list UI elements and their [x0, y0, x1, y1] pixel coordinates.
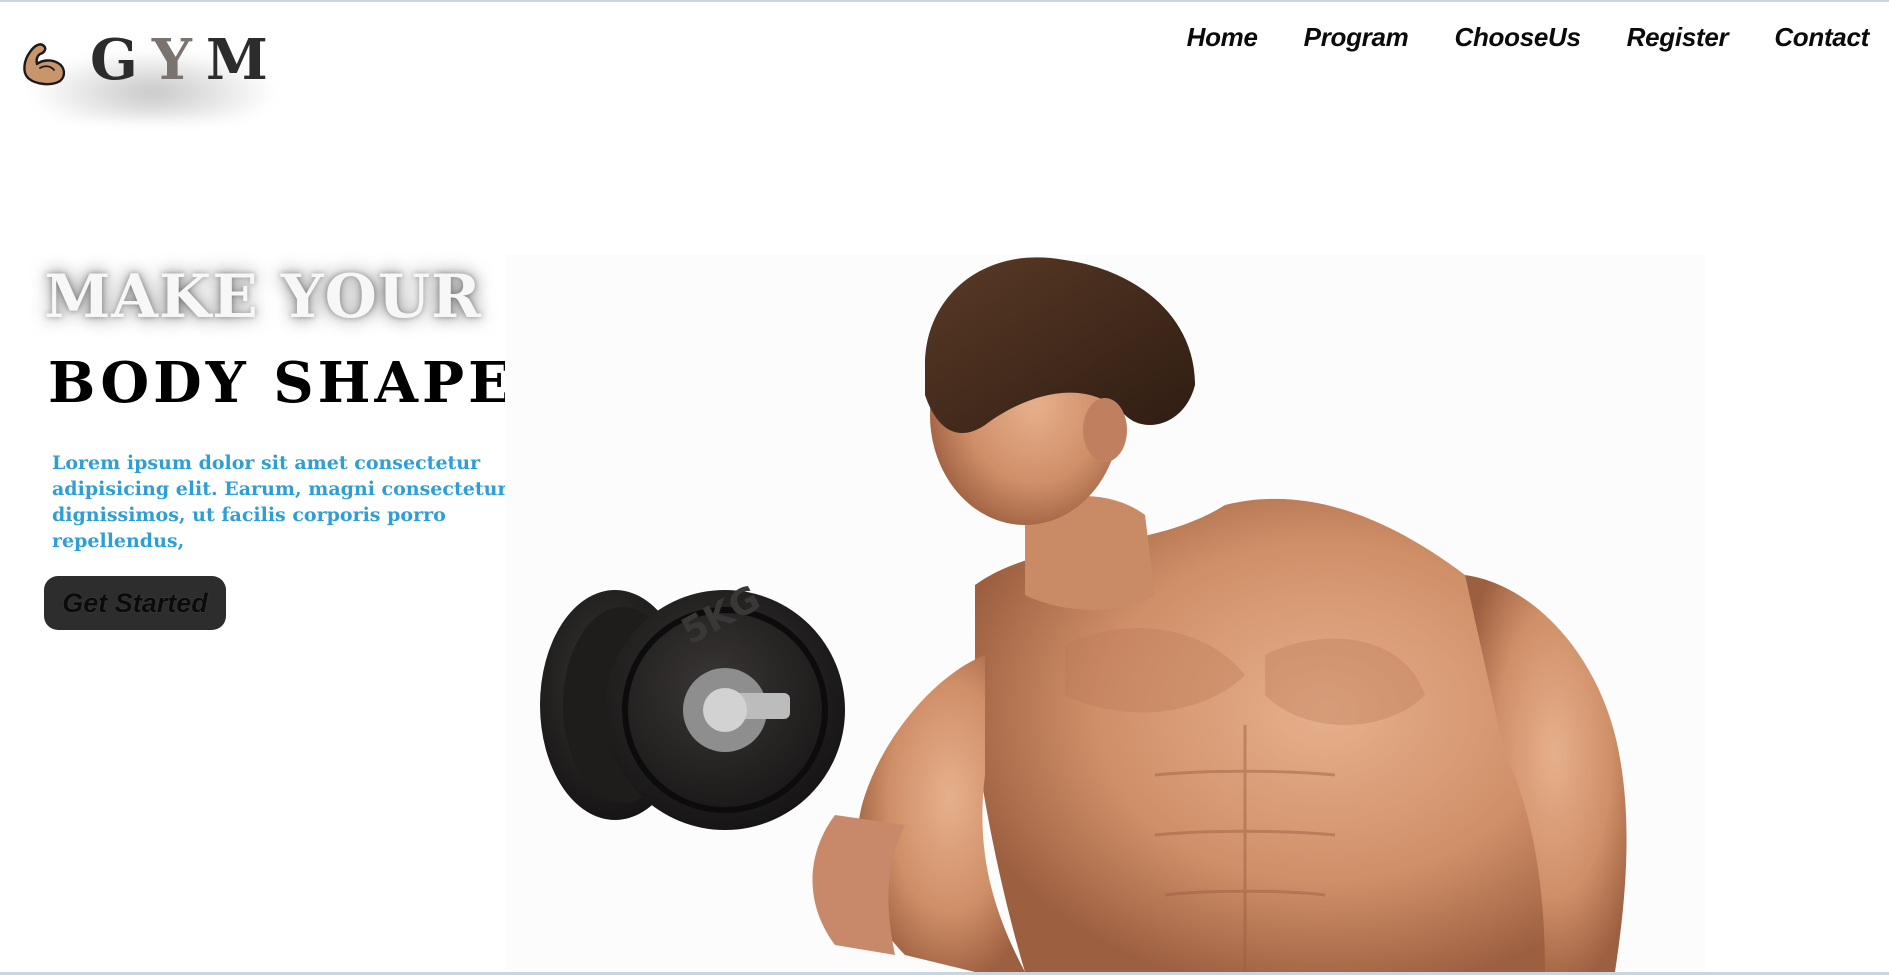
get-started-button[interactable]: Get Started: [44, 576, 226, 630]
brand-logo[interactable]: GYM: [18, 22, 278, 120]
nav-choose-us[interactable]: ChooseUs: [1454, 22, 1580, 53]
nav-home[interactable]: Home: [1187, 22, 1258, 53]
brand-letter: Y: [151, 27, 206, 93]
hero-description: Lorem ipsum dolor sit amet consectetur a…: [52, 452, 508, 552]
hero-image: 5KG: [505, 255, 1705, 972]
brand-letter: M: [205, 27, 282, 93]
hero-title-line-1: MAKE YOUR: [44, 262, 483, 332]
brand-letter: G: [90, 27, 152, 93]
brand-wordmark: GYM: [90, 32, 282, 88]
dumbbell: 5KG: [540, 578, 845, 830]
top-border: [0, 0, 1889, 2]
nav-register[interactable]: Register: [1627, 22, 1729, 53]
flexed-bicep-icon: [23, 43, 66, 86]
nav-contact[interactable]: Contact: [1774, 22, 1869, 53]
main-nav: Home Program ChooseUs Register Contact: [1187, 22, 1870, 53]
hero-title-line-2: BODY SHAPE: [48, 350, 515, 416]
nav-program[interactable]: Program: [1304, 22, 1409, 53]
